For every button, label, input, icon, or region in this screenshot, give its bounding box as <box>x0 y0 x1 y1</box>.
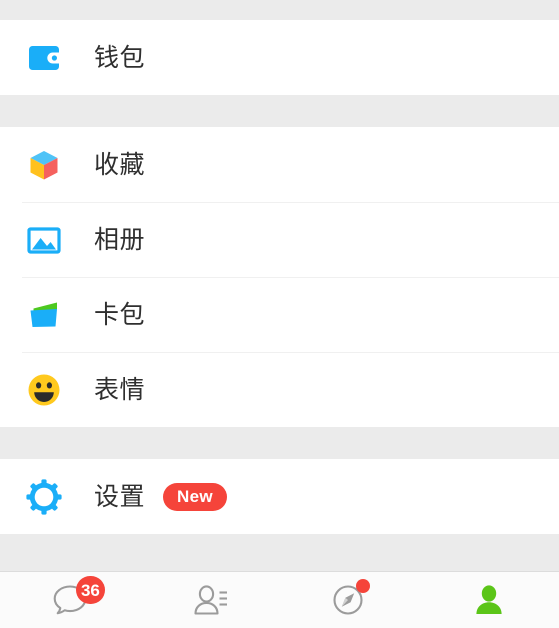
card-package-icon <box>22 293 66 337</box>
menu-item-album[interactable]: 相册 <box>0 202 559 277</box>
wallet-group: 钱包 <box>0 20 559 95</box>
wallet-icon <box>22 36 66 80</box>
menu-item-label: 收藏 <box>94 150 146 179</box>
menu-item-label: 卡包 <box>94 300 146 329</box>
menu-item-settings[interactable]: 设置 New <box>0 459 559 534</box>
menu-item-cards[interactable]: 卡包 <box>0 277 559 352</box>
menu-item-favorites[interactable]: 收藏 <box>0 127 559 202</box>
bottom-tabbar: 36 <box>0 571 559 628</box>
content-group: 收藏 相册 卡包 表情 <box>0 127 559 427</box>
tab-contacts[interactable] <box>140 572 280 628</box>
menu-item-stickers[interactable]: 表情 <box>0 352 559 427</box>
menu-scroll-area: 钱包 收藏 相册 卡包 表情 设置 New <box>0 0 559 571</box>
group-spacer-1 <box>0 95 559 127</box>
settings-group: 设置 New <box>0 459 559 534</box>
status-badge: New <box>163 482 227 511</box>
photo-album-icon <box>22 218 66 262</box>
person-me-icon <box>466 580 512 620</box>
menu-item-wallet[interactable]: 钱包 <box>0 20 559 95</box>
menu-item-label: 相册 <box>94 225 146 254</box>
smiley-sticker-icon <box>22 368 66 412</box>
chat-bubble-icon: 36 <box>47 576 105 620</box>
contacts-person-icon <box>187 580 233 620</box>
app-root: 钱包 收藏 相册 卡包 表情 设置 New 36 <box>0 0 559 628</box>
menu-item-label: 表情 <box>94 375 146 404</box>
tab-discover[interactable] <box>280 572 420 628</box>
top-spacer <box>0 0 559 20</box>
tab-me[interactable] <box>419 572 559 628</box>
bottom-spacer <box>0 534 559 570</box>
group-spacer-2 <box>0 427 559 459</box>
cube-favorites-icon <box>22 143 66 187</box>
gear-icon <box>22 475 66 519</box>
menu-item-label: 钱包 <box>94 43 146 72</box>
menu-item-label: 设置 <box>94 482 146 511</box>
unread-count-badge: 36 <box>75 576 105 604</box>
tab-chats[interactable]: 36 <box>0 572 140 628</box>
compass-discover-icon <box>326 579 372 620</box>
